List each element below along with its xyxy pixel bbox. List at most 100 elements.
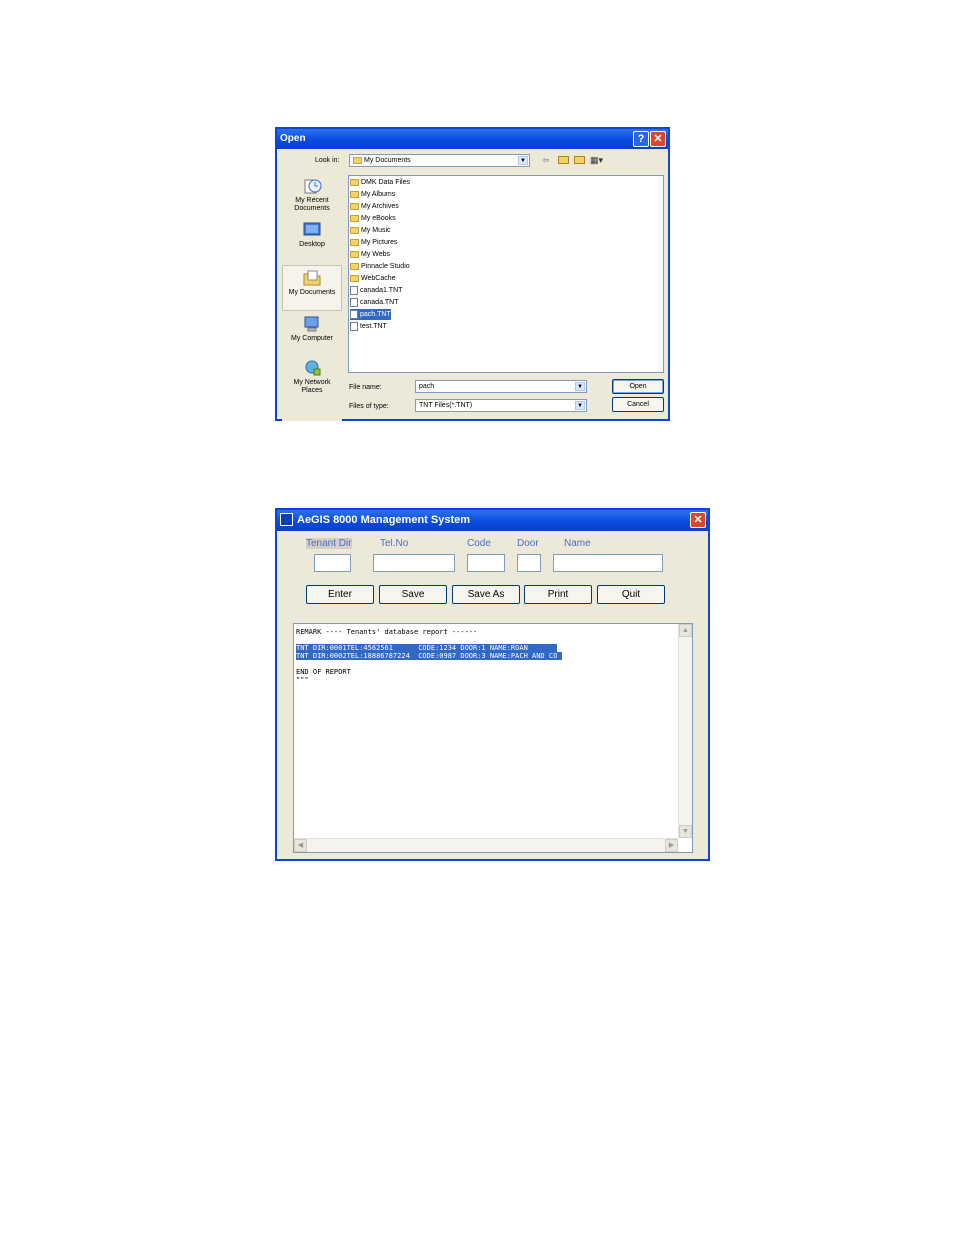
views-menu-icon[interactable]: ▦▾ (590, 155, 603, 166)
file-name-value: pach (419, 383, 435, 390)
look-in-combo[interactable]: My Documents ▼ (349, 154, 530, 167)
close-icon[interactable]: ✕ (650, 131, 666, 147)
report-line: TNT DIR:0001TEL:4562561 CODE:1234 DOOR:1… (296, 644, 558, 652)
desktop-icon (303, 222, 321, 236)
code-label: Code (467, 538, 491, 549)
aegis-title: AeGIS 8000 Management System (297, 514, 471, 526)
place-desktop[interactable]: Desktop (282, 221, 342, 249)
tenant-dir-input[interactable] (314, 554, 351, 572)
list-item[interactable]: test.TNT (350, 321, 387, 332)
folder-icon (350, 238, 359, 246)
horizontal-scrollbar[interactable]: ◀ ▶ (294, 838, 678, 852)
file-icon (350, 297, 358, 307)
tenant-dir-label: Tenant Dir (306, 538, 352, 549)
file-name: My Albums (361, 191, 396, 198)
file-name: My Archives (361, 203, 399, 210)
list-item[interactable]: My Archives (350, 201, 399, 212)
place-my-computer[interactable]: My Computer (282, 315, 342, 343)
folder-icon (350, 226, 359, 234)
report-line: """ (296, 676, 309, 684)
aegis-window: AeGIS 8000 Management System ✕ Tenant Di… (275, 508, 710, 861)
back-icon[interactable]: ⇦ (542, 155, 550, 166)
quit-button[interactable]: Quit (597, 585, 665, 604)
folder-icon (350, 250, 359, 258)
list-item[interactable]: canada.TNT (350, 297, 399, 308)
my-documents-icon (303, 270, 321, 286)
network-places-icon (305, 360, 321, 376)
place-label: My Computer (290, 335, 333, 342)
print-button[interactable]: Print (524, 585, 592, 604)
chevron-down-icon[interactable]: ▼ (575, 401, 585, 410)
list-item[interactable]: DMK Data Files (350, 177, 410, 188)
new-folder-icon[interactable] (574, 156, 585, 164)
place-my-recent-documents[interactable]: My Recent Documents (282, 177, 342, 213)
list-item[interactable]: canada1.TNT (350, 285, 402, 296)
files-of-type-value: TNT Files(*.TNT) (419, 402, 473, 409)
look-in-value: My Documents (364, 157, 411, 164)
list-item[interactable]: Pinnacle Studio (350, 261, 410, 272)
report-line: TNT DIR:0002TEL:18886787224 CODE:0987 DO… (296, 652, 562, 660)
list-item[interactable]: pach.TNT (350, 309, 391, 320)
cancel-button[interactable]: Cancel (612, 397, 664, 412)
code-input[interactable] (467, 554, 505, 572)
file-name: DMK Data Files (361, 179, 411, 186)
door-input[interactable] (517, 554, 541, 572)
file-name-input[interactable]: pach ▼ (415, 380, 587, 393)
report-textarea[interactable]: ▲ ▼ ◀ ▶ REMARK ---- Tenants' database re… (293, 623, 693, 853)
list-item[interactable]: My Pictures (350, 237, 398, 248)
place-label: My Network Places (293, 379, 331, 394)
look-in-label: Look in: (315, 157, 340, 164)
file-name: canada1.TNT (360, 287, 403, 294)
up-folder-icon[interactable] (558, 156, 569, 164)
my-computer-icon (304, 316, 319, 332)
files-of-type-select[interactable]: TNT Files(*.TNT) ▼ (415, 399, 587, 412)
tel-no-input[interactable] (373, 554, 455, 572)
list-item[interactable]: My Albums (350, 189, 395, 200)
scroll-left-icon[interactable]: ◀ (294, 839, 307, 852)
chevron-down-icon[interactable]: ▼ (518, 156, 528, 165)
close-icon[interactable]: ✕ (690, 512, 706, 528)
list-item[interactable]: WebCache (350, 273, 396, 284)
file-name: canada.TNT (360, 299, 399, 306)
aegis-titlebar: AeGIS 8000 Management System ✕ (277, 510, 708, 531)
recent-documents-icon (304, 179, 322, 194)
file-name: My Music (361, 227, 391, 234)
place-label: My Recent Documents (294, 197, 330, 212)
folder-icon (350, 190, 359, 198)
file-name: WebCache (361, 275, 396, 282)
files-of-type-label: Files of type: (349, 403, 389, 410)
file-icon (350, 309, 358, 319)
file-name: Pinnacle Studio (361, 263, 410, 270)
enter-button[interactable]: Enter (306, 585, 374, 604)
file-list[interactable]: DMK Data Files My Albums My Archives My eBo… (348, 175, 664, 373)
name-input[interactable] (553, 554, 663, 572)
file-name: test.TNT (360, 323, 387, 330)
file-icon (350, 321, 358, 331)
help-icon[interactable]: ? (633, 131, 649, 147)
place-my-network-places[interactable]: My Network Places (282, 359, 342, 395)
file-name: My Webs (361, 251, 391, 258)
scroll-right-icon[interactable]: ▶ (665, 839, 678, 852)
scroll-up-icon[interactable]: ▲ (679, 624, 692, 637)
list-item[interactable]: My Music (350, 225, 391, 236)
file-name: pach.TNT (360, 311, 391, 318)
app-icon (280, 512, 293, 526)
file-name: My eBooks (361, 215, 396, 222)
chevron-down-icon[interactable]: ▼ (575, 382, 585, 391)
open-dialog-title: Open (280, 133, 306, 144)
places-bar: My Recent Documents Desktop My Documents… (282, 175, 342, 421)
folder-icon (350, 262, 359, 270)
save-button[interactable]: Save (379, 585, 447, 604)
list-item[interactable]: My eBooks (350, 213, 396, 224)
open-dialog-titlebar: Open ? ✕ (277, 129, 668, 149)
scroll-down-icon[interactable]: ▼ (679, 825, 692, 838)
open-button[interactable]: Open (612, 379, 664, 394)
folder-icon (350, 178, 359, 186)
folder-icon (350, 202, 359, 210)
place-my-documents[interactable]: My Documents (282, 265, 342, 311)
vertical-scrollbar[interactable]: ▲ ▼ (678, 624, 692, 838)
save-as-button[interactable]: Save As (452, 585, 520, 604)
file-icon (350, 285, 358, 295)
place-label: My Documents (288, 289, 336, 296)
list-item[interactable]: My Webs (350, 249, 390, 260)
